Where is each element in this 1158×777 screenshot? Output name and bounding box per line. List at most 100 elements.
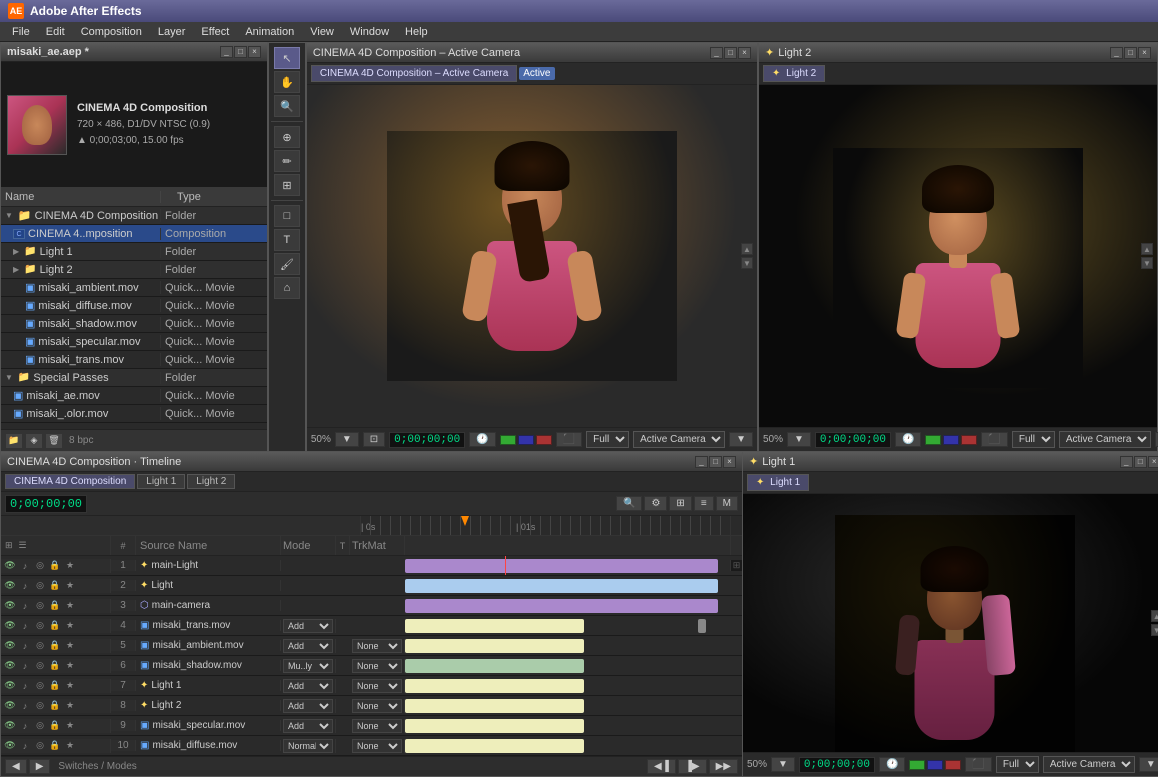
visibility-btn[interactable]: 👁 xyxy=(3,619,17,633)
tl-row-track-6[interactable] xyxy=(405,656,730,675)
l1-red-ch[interactable] xyxy=(945,760,961,770)
tl-settings-btn[interactable]: ⚙ xyxy=(644,496,667,511)
shape-tool[interactable]: □ xyxy=(274,205,300,227)
list-item[interactable]: ▣ misaki_shadow.mov Quick... Movie xyxy=(1,315,267,333)
lock-btn[interactable]: 🔒 xyxy=(48,719,62,733)
l2-timecode-btn[interactable]: 🕐 xyxy=(895,432,921,447)
tl-search-btn[interactable]: 🔍 xyxy=(616,496,642,511)
table-row[interactable]: 👁 ♪ ◎ 🔒 ★ 1 ✦ main-Light xyxy=(1,556,742,576)
tl-row-track-7[interactable] xyxy=(405,676,730,695)
table-row[interactable]: 👁 ♪ ◎ 🔒 ★ 8 ✦ Light 2 Add xyxy=(1,696,742,716)
hand-tool[interactable]: ✋ xyxy=(274,71,300,93)
shy-btn[interactable]: ★ xyxy=(63,579,77,593)
audio-btn[interactable]: ♪ xyxy=(18,559,32,573)
l2-red-ch[interactable] xyxy=(961,435,977,445)
light1-canvas[interactable]: ▲ ▼ xyxy=(743,494,1158,752)
l2-camera-select[interactable]: Active Camera xyxy=(1059,431,1151,448)
solo-btn[interactable]: ◎ xyxy=(33,659,47,673)
l2-green-ch[interactable] xyxy=(925,435,941,445)
l1-timecode-btn[interactable]: 🕐 xyxy=(879,757,905,772)
mode-select-6[interactable]: Mu..ly xyxy=(283,659,333,673)
tl-row-trkmat-5[interactable]: None xyxy=(350,639,405,653)
lock-btn[interactable]: 🔒 xyxy=(48,679,62,693)
trkmat-select-10[interactable]: None xyxy=(352,739,402,753)
mode-select-10[interactable]: Normal xyxy=(283,739,333,753)
timecode-btn[interactable]: 🕐 xyxy=(469,432,495,447)
tl-next-btn[interactable]: ▶ xyxy=(29,759,51,774)
list-item[interactable]: ▣ misaki_diffuse.mov Quick... Movie xyxy=(1,297,267,315)
table-row[interactable]: 👁 ♪ ◎ 🔒 ★ 6 ▣ misaki_shadow.mov Mu..ly xyxy=(1,656,742,676)
visibility-btn[interactable]: 👁 xyxy=(3,659,17,673)
l1-alpha-btn[interactable]: ⬛ xyxy=(965,757,991,772)
l2-timecode[interactable]: 0;00;00;00 xyxy=(815,432,891,448)
col-name[interactable]: Name xyxy=(1,191,161,203)
lock-btn[interactable]: 🔒 xyxy=(48,559,62,573)
light1-minimize-btn[interactable]: _ xyxy=(1120,456,1133,468)
visibility-btn[interactable]: 👁 xyxy=(3,719,17,733)
table-row[interactable]: 👁 ♪ ◎ 🔒 ★ 5 ▣ misaki_ambient.mov Add xyxy=(1,636,742,656)
tl-minimize-btn[interactable]: _ xyxy=(695,456,708,468)
tl-row-mode-4[interactable]: Add xyxy=(281,619,336,633)
select-tool[interactable]: ↖ xyxy=(274,47,300,69)
orbit-tool[interactable]: ⊕ xyxy=(274,126,300,148)
tl-row-track-4[interactable] xyxy=(405,616,730,635)
tl-row-track-1[interactable] xyxy=(405,556,730,575)
shy-btn[interactable]: ★ xyxy=(63,659,77,673)
camera-select[interactable]: Active Camera xyxy=(633,431,725,448)
mode-select-4[interactable]: Add xyxy=(283,619,333,633)
list-item[interactable]: ▼ 📁 CINEMA 4D Composition Folder xyxy=(1,207,267,225)
shy-btn[interactable]: ★ xyxy=(63,599,77,613)
menu-file[interactable]: File xyxy=(4,24,38,40)
trkmat-select-6[interactable]: None xyxy=(352,659,402,673)
shy-btn[interactable]: ★ xyxy=(63,619,77,633)
tl-tab-light1[interactable]: Light 1 xyxy=(137,474,185,489)
shy-btn[interactable]: ★ xyxy=(63,679,77,693)
lock-btn[interactable]: 🔒 xyxy=(48,639,62,653)
shy-btn[interactable]: ★ xyxy=(63,719,77,733)
project-close-btn[interactable]: × xyxy=(248,46,261,58)
tl-row-mode-6[interactable]: Mu..ly xyxy=(281,659,336,673)
solo-btn[interactable]: ◎ xyxy=(33,719,47,733)
tl-row-mode-9[interactable]: Add xyxy=(281,719,336,733)
zoom-tool[interactable]: 🔍 xyxy=(274,95,300,117)
list-item[interactable]: ▣ misaki_ae.mov Quick... Movie xyxy=(1,387,267,405)
tl-row-mode-10[interactable]: Normal xyxy=(281,739,336,753)
visibility-btn[interactable]: 👁 xyxy=(3,679,17,693)
file-list-area[interactable]: Name Type ▼ 📁 CINEMA 4D Composition Fold… xyxy=(1,187,267,429)
solo-btn[interactable]: ◎ xyxy=(33,739,47,753)
scroll-down-btn[interactable]: ▼ xyxy=(741,257,753,269)
tl-timecode[interactable]: 0;00;00;00 xyxy=(5,495,87,513)
tl-close-btn[interactable]: × xyxy=(723,456,736,468)
l2-zoom-btn[interactable]: ▼ xyxy=(787,432,811,447)
solo-btn[interactable]: ◎ xyxy=(33,679,47,693)
list-item[interactable]: C CINEMA 4..mposition Composition xyxy=(1,225,267,243)
mode-select-5[interactable]: Add xyxy=(283,639,333,653)
comp-maximize-btn[interactable]: □ xyxy=(724,47,737,59)
table-row[interactable]: 👁 ♪ ◎ 🔒 ★ 10 ▣ misaki_diffuse.mov Normal xyxy=(1,736,742,756)
comp-close-btn[interactable]: × xyxy=(738,47,751,59)
lock-btn[interactable]: 🔒 xyxy=(48,599,62,613)
tl-row-track-8[interactable] xyxy=(405,696,730,715)
list-item[interactable]: ▣ misaki_.olor.mov Quick... Movie xyxy=(1,405,267,423)
menu-view[interactable]: View xyxy=(302,24,342,40)
menu-effect[interactable]: Effect xyxy=(193,24,237,40)
scroll-up-btn[interactable]: ▲ xyxy=(741,243,753,255)
light1-maximize-btn[interactable]: □ xyxy=(1134,456,1147,468)
menu-layer[interactable]: Layer xyxy=(150,24,194,40)
tl-play-back-btn[interactable]: ◀▐ xyxy=(647,759,676,774)
shy-btn[interactable]: ★ xyxy=(63,699,77,713)
shy-btn[interactable]: ★ xyxy=(63,559,77,573)
project-minimize-btn[interactable]: _ xyxy=(220,46,233,58)
tl-row-track-5[interactable] xyxy=(405,636,730,655)
audio-btn[interactable]: ♪ xyxy=(18,619,32,633)
blue-channel[interactable] xyxy=(518,435,534,445)
table-row[interactable]: 👁 ♪ ◎ 🔒 ★ 7 ✦ Light 1 Add xyxy=(1,676,742,696)
audio-btn[interactable]: ♪ xyxy=(18,679,32,693)
visibility-btn[interactable]: 👁 xyxy=(3,739,17,753)
tl-row-mode-7[interactable]: Add xyxy=(281,679,336,693)
tl-maximize-btn[interactable]: □ xyxy=(709,456,722,468)
l1-camera-select[interactable]: Active Camera xyxy=(1043,756,1135,773)
tl-row-expand-1[interactable]: ⊞ xyxy=(730,560,742,571)
shy-btn[interactable]: ★ xyxy=(63,639,77,653)
l1-zoom-btn[interactable]: ▼ xyxy=(771,757,795,772)
